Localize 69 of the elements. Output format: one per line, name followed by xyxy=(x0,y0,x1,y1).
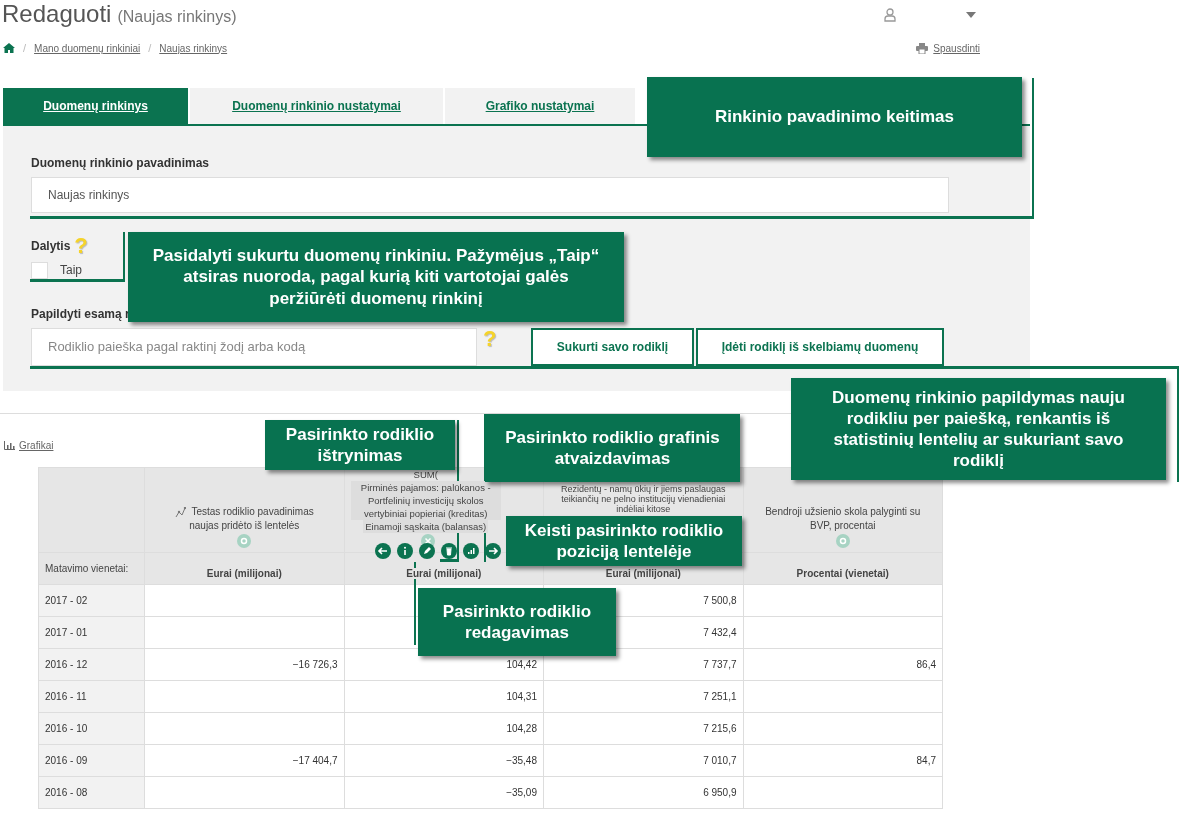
value-cell: −35,48 xyxy=(506,755,537,766)
callout: Rinkinio pavadinimo keitimas xyxy=(647,77,1022,157)
dropdown-caret-icon[interactable] xyxy=(966,12,976,18)
period-cell: 2016 - 08 xyxy=(45,787,88,798)
add-indicator-button[interactable]: Įdėti rodiklį iš skelbiamų duomenų xyxy=(696,328,944,366)
info-icon[interactable] xyxy=(396,543,413,559)
period-cell: 2016 - 09 xyxy=(45,755,88,766)
unit-cell: Procentai (vienetai) xyxy=(796,568,889,579)
column-header: Bendroji užsienio skola palyginti su BVP, procentai xyxy=(765,506,921,531)
period-cell: 2016 - 11 xyxy=(45,691,87,702)
callout: Pasirinkto rodiklio ištrynimas xyxy=(265,420,455,470)
tab[interactable]: Duomenų rinkinio nustatymai xyxy=(190,88,445,124)
value-cell: 84,7 xyxy=(916,755,936,766)
value-cell: 7 432,4 xyxy=(703,627,737,638)
indicator-tag: Einamoji sąskaita (balansas) xyxy=(363,520,489,533)
callout: Keisti pasirinkto rodiklio poziciją lentelėje xyxy=(506,516,742,566)
value-cell: −16 726,3 xyxy=(292,659,338,670)
scatter-icon xyxy=(174,506,186,518)
indicator-tag: Pirminės pajamos: palūkanos - Portfelinių investicijų skolos vertybiniai popieriai (kreditas) xyxy=(350,481,501,520)
row-label: Matavimo vienetai: xyxy=(45,563,129,574)
value-cell: 7 500,8 xyxy=(703,595,737,606)
column-header: Rezidentų - namų ūkių ir jiems paslaugas teikiančių ne pelno institucijų vienadieniai indėliai kitose xyxy=(560,484,726,514)
callout: Pasidalyti sukurtu duomenų rinkiniu. Pažymėjus „Taip“ atsiras nuoroda, pagal kurią kiti vartotojai galės peržiūrėti duomenų rinkinį xyxy=(128,232,624,322)
value-cell: 7 251,1 xyxy=(703,691,737,702)
field-label: Dalytis xyxy=(31,239,71,253)
breadcrumb-separator: / xyxy=(23,42,27,54)
value-cell: 7 215,6 xyxy=(703,723,737,734)
charts-link[interactable]: Grafikai xyxy=(19,439,54,451)
pencil-icon[interactable] xyxy=(418,543,435,559)
value-cell: 7 737,7 xyxy=(703,659,737,670)
user-icon[interactable] xyxy=(884,8,896,22)
callout: Pasirinkto rodiklio redagavimas xyxy=(418,588,616,656)
search-field[interactable]: Rodiklio paieška pagal raktinį žodį arba kodą xyxy=(31,328,477,366)
callout: Duomenų rinkinio papildymas nauju rodikliu per paiešką, renkantis iš statistinių lentelių ar sukuriant savo rodiklį xyxy=(791,378,1166,480)
bar-chart-icon[interactable] xyxy=(4,440,15,450)
breadcrumb-link[interactable]: Naujas rinkinys xyxy=(159,42,228,54)
field-label: Duomenų rinkinio pavadinimas xyxy=(31,156,211,170)
unit-cell: Eurai (milijonai) xyxy=(406,568,482,579)
value-cell: 86,4 xyxy=(916,659,936,670)
checkbox-label: Taip xyxy=(60,263,82,277)
period-cell: 2016 - 12 xyxy=(45,659,88,670)
value-cell: 6 950,9 xyxy=(703,787,737,798)
breadcrumb-separator: / xyxy=(148,42,152,54)
period-cell: 2017 - 01 xyxy=(45,627,88,638)
name-input-field[interactable]: Naujas rinkinys xyxy=(31,177,949,213)
bar-chart-icon[interactable] xyxy=(462,543,479,559)
printer-icon[interactable] xyxy=(916,42,929,54)
home-icon[interactable] xyxy=(3,43,15,53)
checkbox[interactable] xyxy=(31,261,48,279)
tab[interactable]: Grafiko nustatymai xyxy=(445,88,637,124)
value-cell: −17 404,7 xyxy=(292,755,338,766)
add-indicator-button[interactable]: Sukurti savo rodiklį xyxy=(531,328,694,366)
unit-cell: Eurai (milijonai) xyxy=(605,568,681,579)
period-cell: 2017 - 02 xyxy=(45,595,88,606)
value-cell: −35,09 xyxy=(506,787,537,798)
page-subtitle: (Naujas rinkinys) xyxy=(117,8,237,26)
breadcrumb-link[interactable]: Mano duomenų rinkiniai xyxy=(34,42,141,54)
print-link[interactable]: Spausdinti xyxy=(933,42,980,54)
value-cell: 104,42 xyxy=(506,659,537,670)
period-cell: 2016 - 10 xyxy=(45,723,88,734)
callout: Pasirinkto rodiklio grafinis atvaizdavimas xyxy=(485,414,740,482)
tab[interactable]: Duomenų rinkinys xyxy=(3,88,190,124)
column-header: Testas rodiklio pavadinimas naujas pridėto iš lentelės xyxy=(189,506,314,531)
value-cell: 104,31 xyxy=(506,691,537,702)
trash-icon[interactable] xyxy=(440,543,457,559)
value-cell: 104,28 xyxy=(506,723,537,734)
value-cell: 7 010,7 xyxy=(703,755,737,766)
unit-cell: Eurai (milijonai) xyxy=(206,568,282,579)
page-title: Redaguoti xyxy=(2,0,112,28)
